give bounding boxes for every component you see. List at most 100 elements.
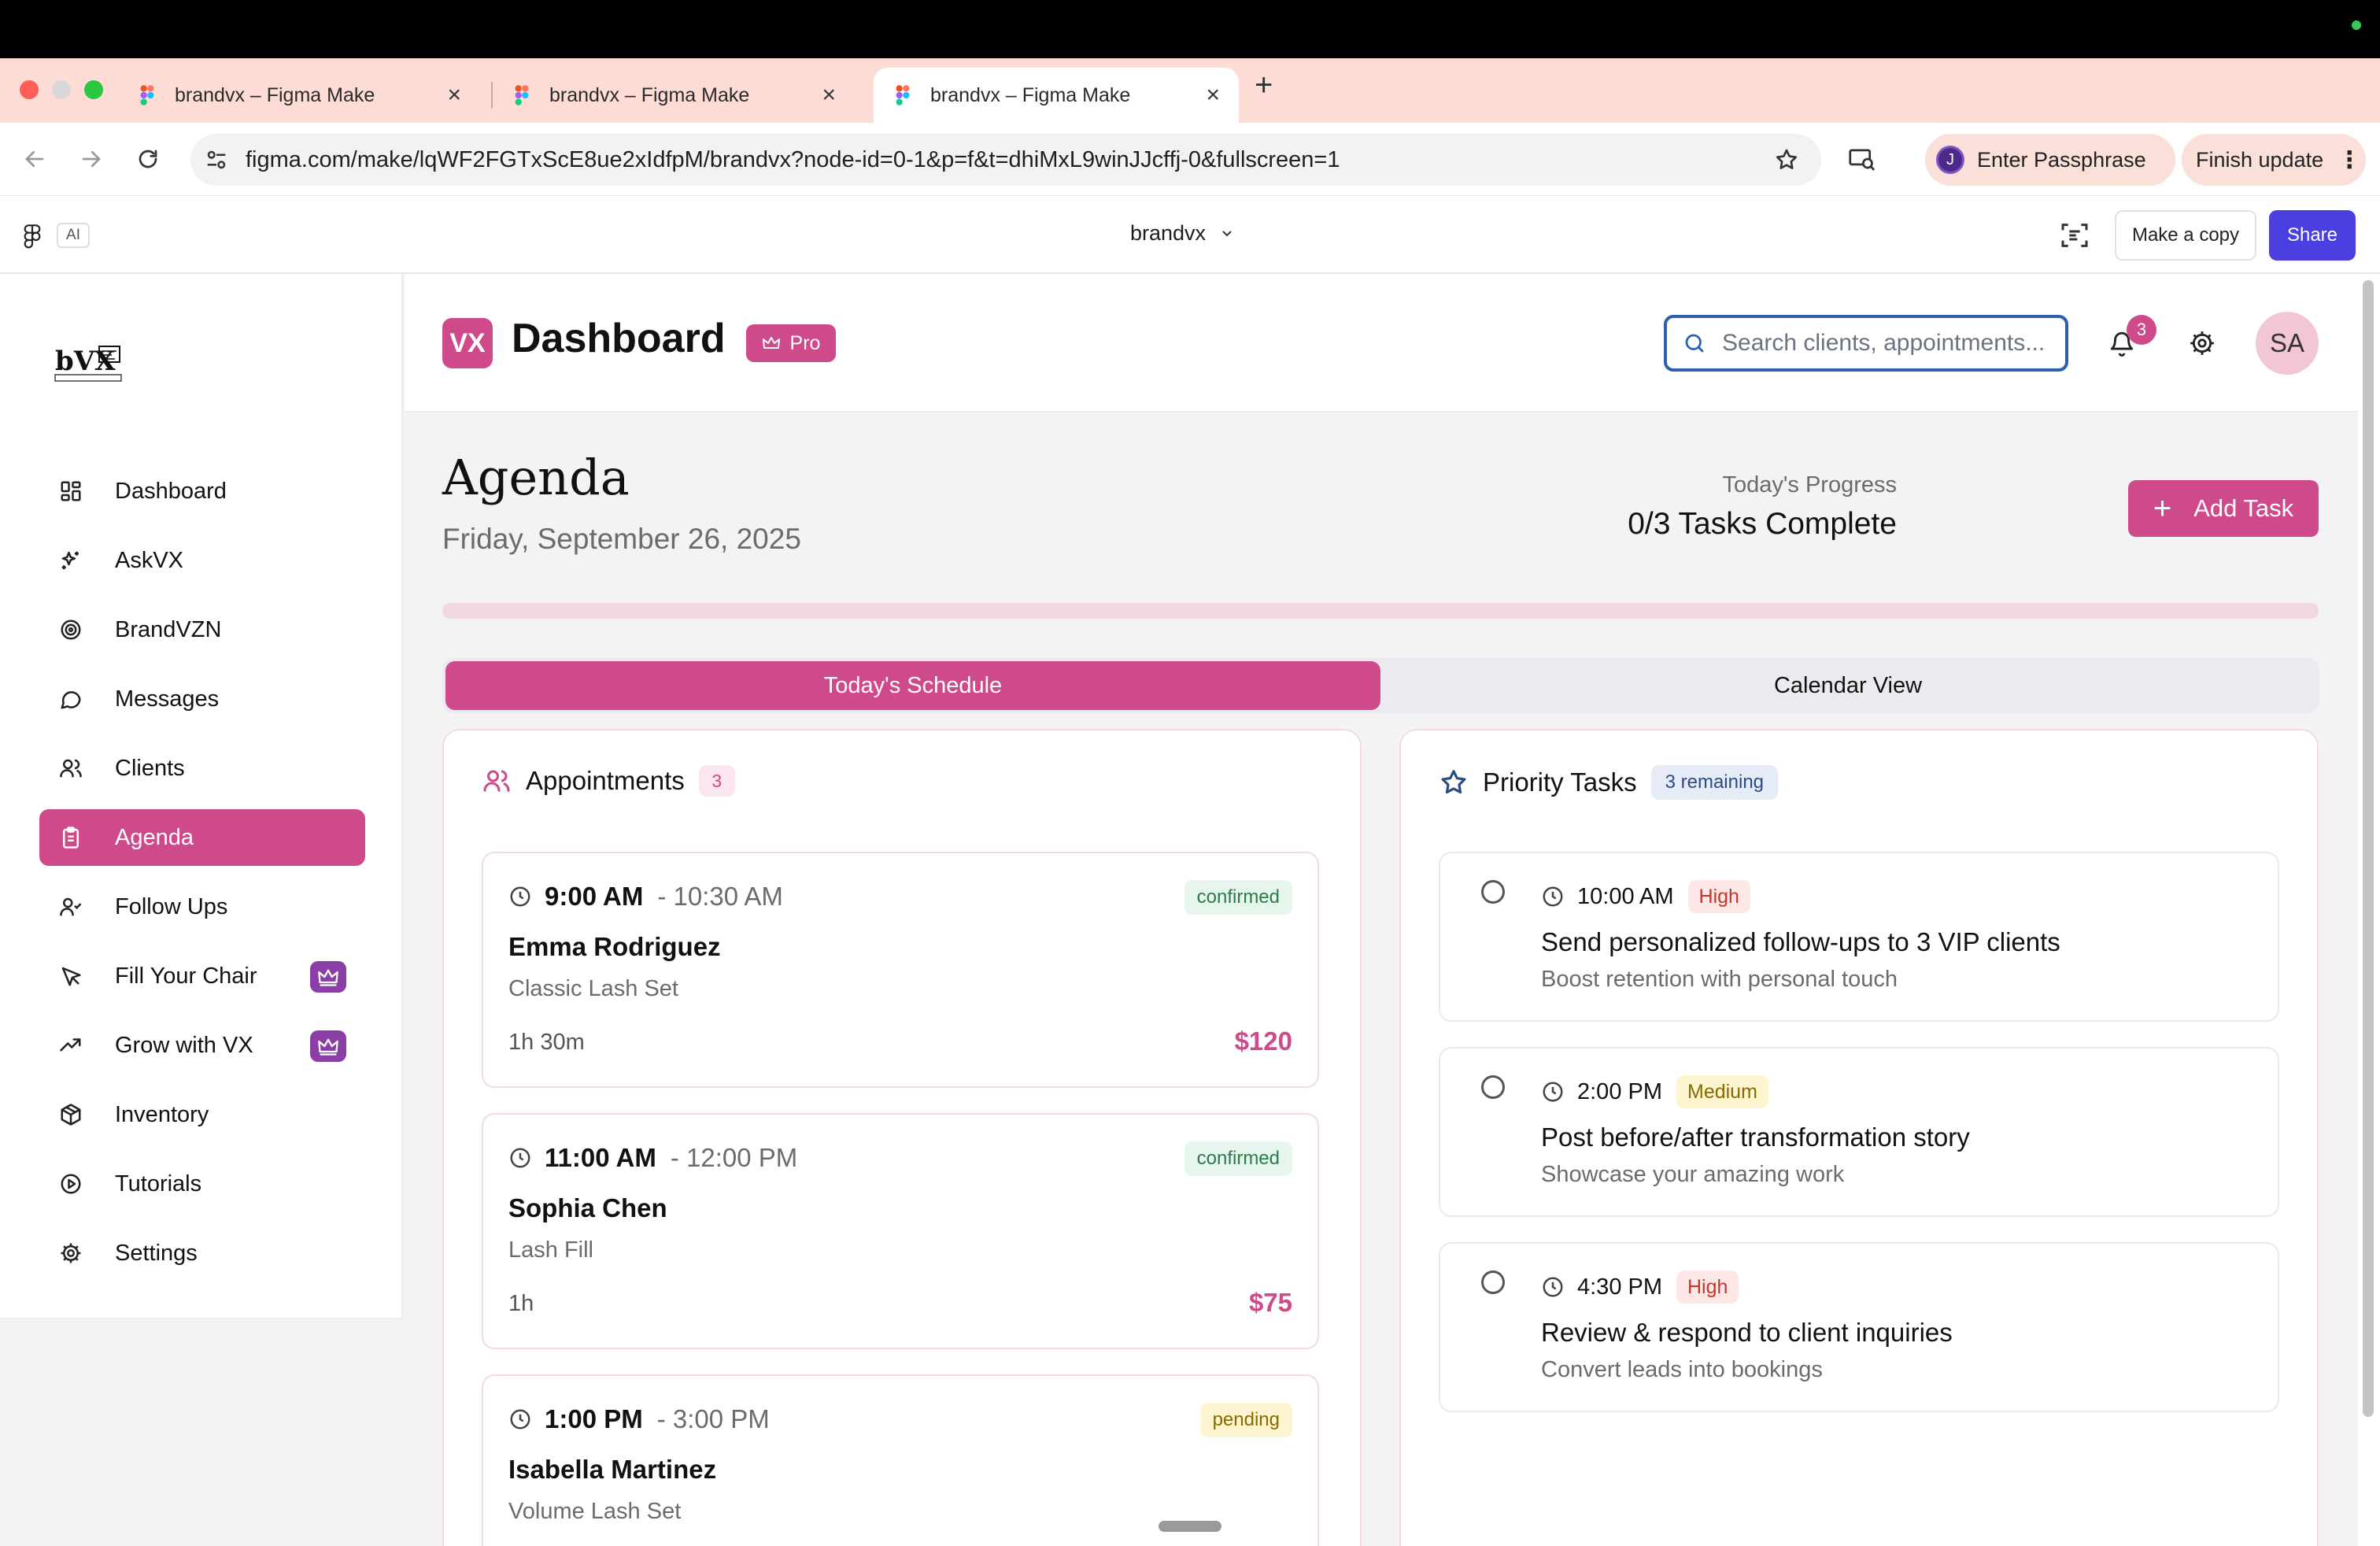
enter-passphrase-button[interactable]: J Enter Passphrase: [1925, 134, 2175, 186]
close-icon[interactable]: ×: [1206, 83, 1220, 107]
inspect-icon[interactable]: [2059, 220, 2090, 251]
camera-indicator: [2352, 20, 2361, 30]
project-name: brandvx: [1130, 221, 1207, 245]
appointment-end: - 3:00 PM: [656, 1404, 770, 1433]
ai-badge[interactable]: AI: [57, 223, 90, 248]
sidebar-item-label: Tutorials: [115, 1171, 202, 1196]
search-box[interactable]: [1664, 315, 2068, 372]
clock-icon: [510, 1409, 530, 1429]
sidebar-item-grow-with-vx[interactable]: Grow with VX: [39, 1017, 365, 1074]
page-title: Dashboard: [512, 316, 726, 361]
scroll-handle[interactable]: [1159, 1521, 1221, 1532]
figma-favicon-icon: [515, 85, 529, 105]
reload-icon[interactable]: [132, 143, 164, 175]
bookmark-star-icon[interactable]: [1774, 147, 1799, 172]
user-avatar[interactable]: SA: [2256, 312, 2319, 375]
progress-bar: [442, 603, 2319, 619]
progress-value: 0/3 Tasks Complete: [1628, 507, 1897, 541]
task-item[interactable]: 10:00 AM High Send personalized follow-u…: [1439, 852, 2279, 1022]
sidebar-item-dashboard[interactable]: Dashboard: [39, 463, 365, 520]
browser-tab[interactable]: brandvx – Figma Make ×: [118, 68, 480, 123]
sidebar-item-agenda[interactable]: Agenda: [39, 809, 365, 866]
add-task-label: Add Task: [2193, 494, 2294, 522]
appointment-card[interactable]: 9:00 AM - 10:30 AM confirmed Emma Rodrig…: [482, 852, 1319, 1088]
sidebar-item-inventory[interactable]: Inventory: [39, 1086, 365, 1143]
add-task-button[interactable]: + Add Task: [2128, 480, 2319, 537]
figma-header: AI brandvx Make a copy Share: [0, 195, 2380, 274]
make-a-copy-button[interactable]: Make a copy: [2115, 210, 2256, 261]
kebab-menu-icon[interactable]: ⋮: [2338, 146, 2361, 174]
sidebar-item-askvx[interactable]: AskVX: [39, 532, 365, 589]
sidebar-item-brandvzn[interactable]: BrandVZN: [39, 601, 365, 658]
users-icon: [483, 770, 510, 792]
site-settings-icon[interactable]: [205, 148, 228, 172]
sidebar-item-messages[interactable]: Messages: [39, 671, 365, 727]
task-description: Showcase your amazing work: [1541, 1162, 1845, 1187]
close-icon[interactable]: ×: [447, 83, 461, 107]
appointment-duration: 1h: [508, 1291, 534, 1316]
notifications-button[interactable]: 3: [2103, 315, 2156, 362]
task-item[interactable]: 2:00 PM Medium Post before/after transfo…: [1439, 1047, 2279, 1217]
task-checkbox[interactable]: [1481, 1075, 1505, 1099]
appointment-start: 9:00 AM: [545, 882, 644, 911]
browser-tab-active[interactable]: brandvx – Figma Make ×: [874, 68, 1239, 123]
sidebar-item-fill-your-chair[interactable]: Fill Your Chair: [39, 948, 365, 1004]
task-checkbox[interactable]: [1481, 880, 1505, 904]
browser-toolbar: figma.com/make/lqWF2FGTxScE8ue2xIdfpM/br…: [0, 123, 2380, 195]
gear-icon: [2190, 331, 2214, 355]
back-arrow-icon[interactable]: [19, 143, 50, 175]
cast-search-icon[interactable]: [1846, 143, 1878, 175]
sidebar-item-settings[interactable]: Settings: [39, 1225, 365, 1282]
new-tab-button[interactable]: +: [1255, 69, 1273, 101]
finish-update-button[interactable]: Finish update ⋮: [2182, 134, 2366, 186]
status-badge: confirmed: [1184, 1141, 1292, 1176]
client-name: Isabella Martinez: [508, 1455, 717, 1484]
task-meta: 2:00 PM Medium: [1541, 1075, 1768, 1108]
settings-button[interactable]: [2183, 324, 2221, 362]
vx-logo[interactable]: VX: [442, 318, 493, 368]
grid-icon: [58, 479, 83, 504]
maximize-window-button[interactable]: [84, 80, 103, 99]
task-checkbox[interactable]: [1481, 1270, 1505, 1294]
agenda-title: Agenda: [442, 449, 630, 506]
sidebar-item-label: Grow with VX: [115, 1032, 253, 1058]
minimize-window-button[interactable]: [52, 80, 71, 99]
close-icon[interactable]: ×: [822, 83, 836, 107]
pro-badge: Pro: [746, 324, 836, 362]
priority-badge: Medium: [1676, 1075, 1768, 1108]
sparkles-icon: [58, 548, 83, 573]
agenda-date: Friday, September 26, 2025: [442, 523, 801, 555]
address-bar[interactable]: figma.com/make/lqWF2FGTxScE8ue2xIdfpM/br…: [190, 134, 1821, 186]
search-input[interactable]: [1722, 330, 2045, 357]
sidebar-item-clients[interactable]: Clients: [39, 740, 365, 797]
app-sidebar: bVX Dashboard AskVX BrandVZN Messages Cl…: [0, 274, 403, 1319]
sidebar-nav: Dashboard AskVX BrandVZN Messages Client…: [39, 463, 365, 1294]
brandvx-logo[interactable]: bVX: [54, 340, 126, 386]
appointment-time: 1:00 PM - 3:00 PM: [508, 1404, 770, 1434]
page-scrollbar[interactable]: [2358, 274, 2380, 1546]
url-text[interactable]: figma.com/make/lqWF2FGTxScE8ue2xIdfpM/br…: [246, 147, 1774, 173]
project-menu[interactable]: brandvx: [1130, 221, 1234, 246]
tab-title: brandvx – Figma Make: [930, 83, 1131, 106]
task-meta: 10:00 AM High: [1541, 880, 1750, 913]
scrollbar-thumb[interactable]: [2363, 280, 2374, 1417]
share-button[interactable]: Share: [2269, 210, 2356, 261]
task-item[interactable]: 4:30 PM High Review & respond to client …: [1439, 1242, 2279, 1412]
close-window-button[interactable]: [20, 80, 39, 99]
crown-icon: [310, 1030, 346, 1062]
sidebar-item-label: Agenda: [115, 824, 194, 850]
sidebar-item-tutorials[interactable]: Tutorials: [39, 1156, 365, 1212]
appointment-end: - 10:30 AM: [657, 882, 783, 911]
task-title: Send personalized follow-ups to 3 VIP cl…: [1541, 927, 2060, 956]
sidebar-item-follow-ups[interactable]: Follow Ups: [39, 878, 365, 935]
figma-logo-icon[interactable]: [24, 224, 41, 250]
pro-label: Pro: [789, 331, 821, 354]
appointment-card[interactable]: 11:00 AM - 12:00 PM confirmed Sophia Che…: [482, 1113, 1319, 1349]
browser-tab[interactable]: brandvx – Figma Make ×: [493, 68, 855, 123]
tab-todays-schedule[interactable]: Today's Schedule: [445, 661, 1380, 710]
play-icon: [58, 1171, 83, 1196]
cursor-icon: [58, 963, 83, 989]
tab-calendar-view[interactable]: Calendar View: [1380, 661, 2315, 710]
forward-arrow-icon[interactable]: [76, 143, 107, 175]
agenda-main: Agenda Friday, September 26, 2025 Today'…: [405, 414, 2358, 1546]
